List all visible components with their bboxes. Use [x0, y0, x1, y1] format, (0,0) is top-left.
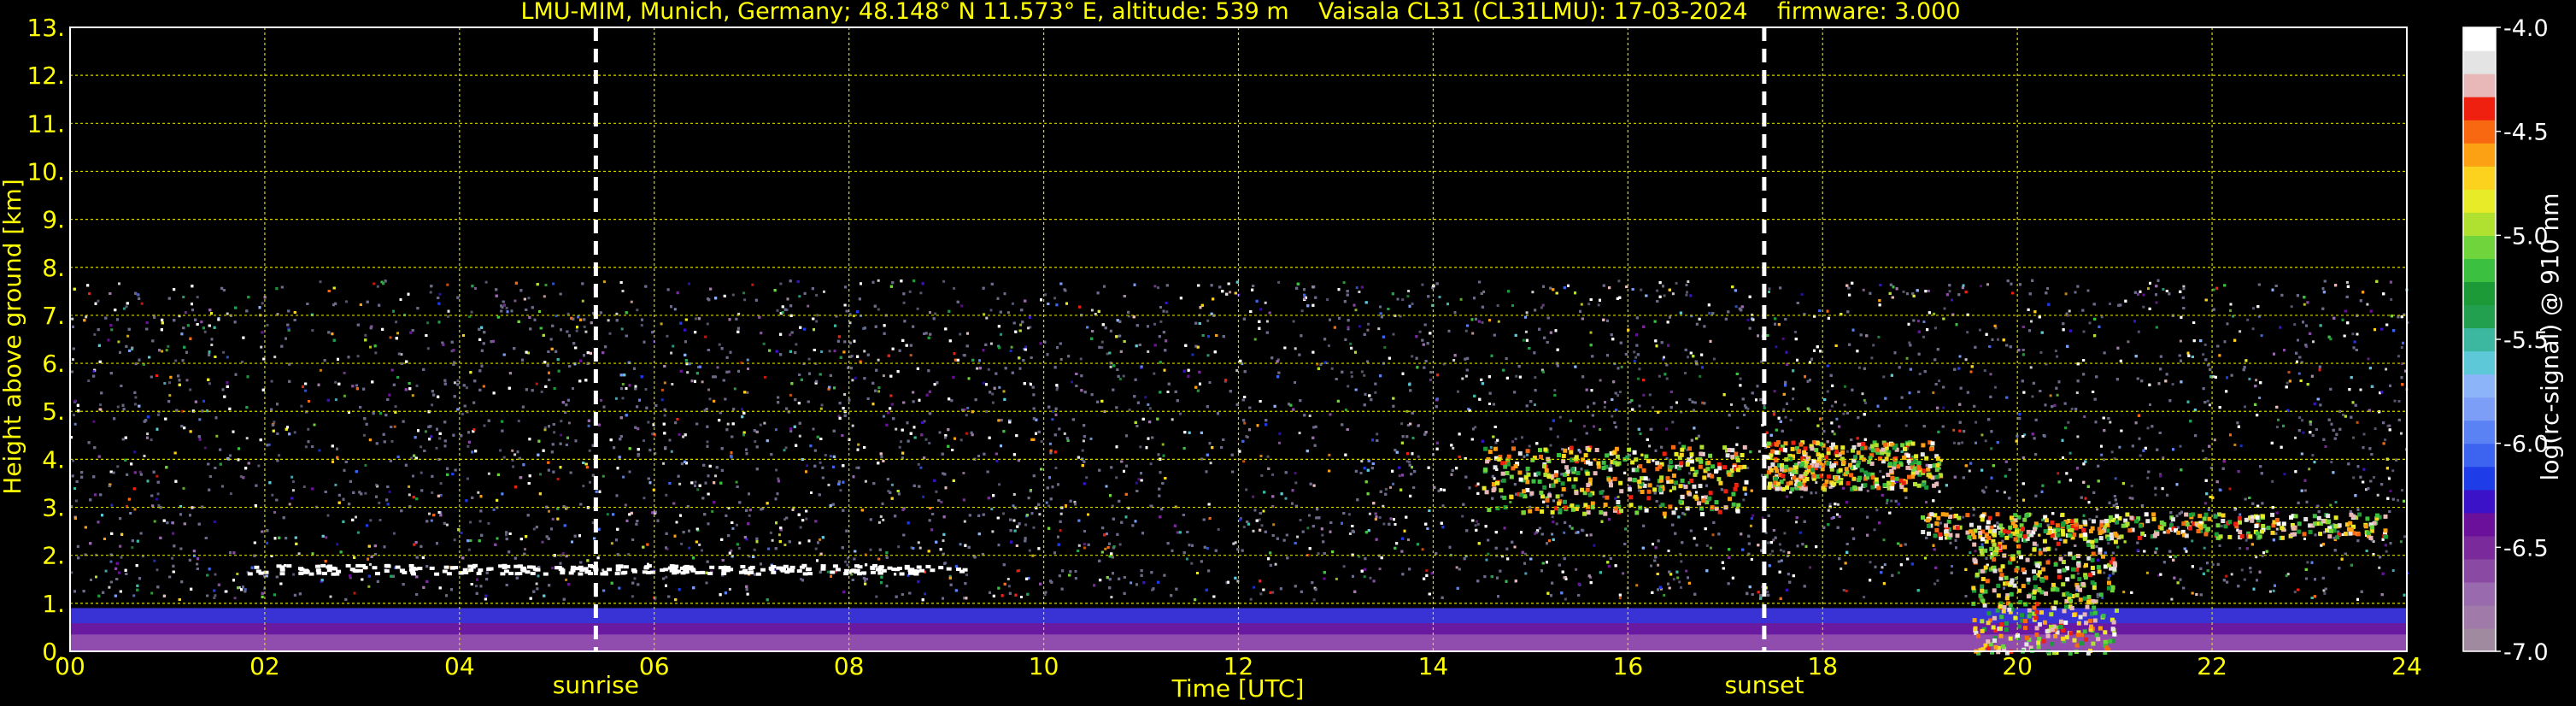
colorbar-segment — [2463, 535, 2496, 560]
colorbar-segment — [2463, 97, 2496, 121]
colorbar-segment — [2463, 281, 2496, 306]
x-tick-label: 04 — [444, 652, 475, 680]
y-tick-label: 13. — [26, 14, 65, 42]
colorbar-label: log(rc-signal) @ 910 nm — [2536, 193, 2564, 481]
sunset-label: sunset — [1724, 671, 1804, 699]
x-tick-label: 18 — [1807, 652, 1838, 680]
colorbar-segment — [2463, 512, 2496, 537]
colorbar-tick-label: -7.0 — [2503, 639, 2549, 666]
chart-title: LMU-MIM, Munich, Germany; 48.148° N 11.5… — [520, 0, 1960, 25]
colorbar-tick-label: -4.0 — [2503, 15, 2549, 42]
colorbar-segment — [2463, 443, 2496, 468]
x-tick-label: 22 — [2197, 652, 2227, 680]
plot-area — [70, 27, 2409, 656]
y-tick-label: 0. — [42, 638, 65, 666]
y-axis-label: Height above ground [km] — [0, 179, 26, 495]
colorbar-segment — [2463, 420, 2496, 444]
x-tick-label: 10 — [1029, 652, 1059, 680]
colorbar-segment — [2463, 374, 2496, 398]
colorbar-segment — [2463, 466, 2496, 491]
y-tick-label: 8. — [42, 254, 65, 282]
colorbar-segment — [2463, 166, 2496, 190]
colorbar-tick-label: -6.5 — [2503, 535, 2549, 562]
colorbar-segment — [2463, 350, 2496, 375]
x-tick-label: 02 — [249, 652, 280, 680]
colorbar-segment — [2463, 258, 2496, 283]
colorbar-segment — [2463, 489, 2496, 514]
y-tick-label: 5. — [42, 397, 65, 426]
colorbar-segment — [2463, 143, 2496, 167]
y-tick-label: 11. — [26, 109, 65, 138]
colorbar-segment — [2463, 558, 2496, 583]
x-tick-label: 16 — [1613, 652, 1644, 680]
colorbar-segment — [2463, 27, 2496, 51]
y-tick-label: 6. — [42, 350, 65, 378]
colorbar-segment — [2463, 235, 2496, 259]
x-tick-label: 14 — [1418, 652, 1449, 680]
x-tick-label: 06 — [639, 652, 670, 680]
colorbar-segment — [2463, 581, 2496, 606]
colorbar-segment — [2463, 397, 2496, 421]
y-tick-label: 1. — [42, 590, 65, 618]
colorbar-tick-label: -4.5 — [2503, 120, 2549, 146]
y-tick-label: 2. — [42, 542, 65, 570]
colorbar-segment — [2463, 304, 2496, 329]
y-tick-label: 3. — [42, 494, 65, 522]
x-tick-label: 20 — [2002, 652, 2033, 680]
y-tick-label: 10. — [26, 157, 65, 185]
colorbar-segment — [2463, 212, 2496, 236]
y-tick-label: 12. — [26, 62, 65, 90]
colorbar-segment — [2463, 120, 2496, 144]
lidar-backscatter-chart: LMU-MIM, Munich, Germany; 48.148° N 11.5… — [0, 0, 2576, 706]
y-tick-label: 4. — [42, 445, 65, 474]
x-tick-label: 24 — [2391, 652, 2422, 680]
sunrise-label: sunrise — [553, 671, 639, 699]
colorbar-segment — [2463, 50, 2496, 74]
colorbar-segment — [2463, 327, 2496, 352]
colorbar-segment — [2463, 74, 2496, 97]
y-tick-label: 7. — [42, 302, 65, 330]
colorbar-segment — [2463, 627, 2496, 652]
colorbar-segment — [2463, 189, 2496, 213]
colorbar-segment — [2463, 604, 2496, 629]
x-tick-label: 08 — [834, 652, 865, 680]
y-tick-label: 9. — [42, 206, 65, 234]
x-axis-label: Time [UTC] — [1171, 674, 1305, 703]
